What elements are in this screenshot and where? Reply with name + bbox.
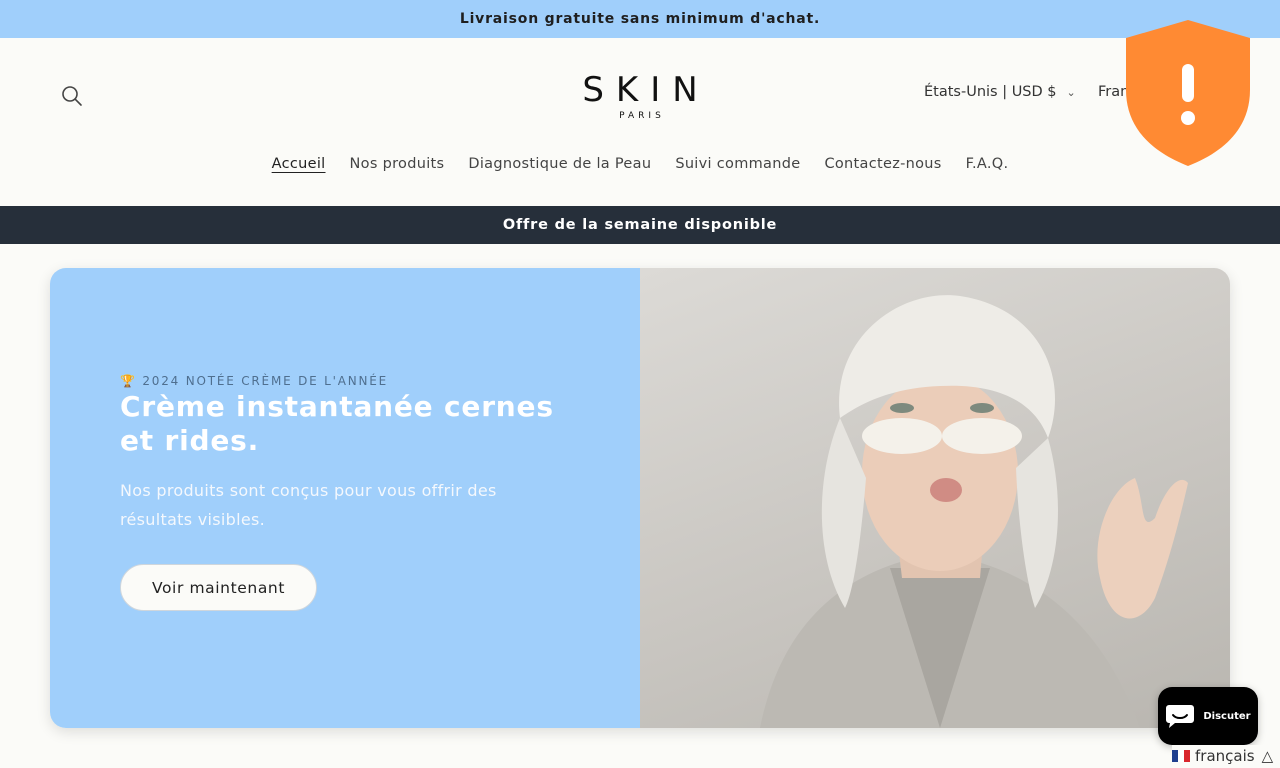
nav-item-faq[interactable]: F.A.Q.: [966, 156, 1009, 172]
alert-shield-icon: [1126, 20, 1250, 166]
search-icon: [62, 86, 82, 106]
offer-bar[interactable]: Offre de la semaine disponible: [0, 206, 1280, 244]
chat-label: Discuter: [1203, 710, 1251, 722]
language-label: Fran: [1098, 84, 1130, 100]
currency-label: États-Unis | USD $: [924, 84, 1057, 100]
language-widget-label: français: [1195, 747, 1255, 765]
nav-item-suivi-commande[interactable]: Suivi commande: [675, 156, 800, 172]
currency-selector[interactable]: États-Unis | USD $ ⌄: [924, 84, 1076, 100]
language-widget[interactable]: français △: [1172, 745, 1280, 767]
announcement-bar: Livraison gratuite sans minimum d'achat.: [0, 0, 1280, 38]
hero-photo-illustration: [760, 295, 1188, 728]
search-button[interactable]: [58, 82, 86, 110]
nav-item-accueil[interactable]: Accueil: [272, 156, 326, 172]
site-header: SKIN PARIS États-Unis | USD $ ⌄ Fran Acc…: [0, 38, 1280, 206]
chat-bubble-icon: [1166, 705, 1195, 728]
shop-now-button[interactable]: Voir maintenant: [120, 564, 317, 611]
main-nav: Accueil Nos produits Diagnostique de la …: [0, 156, 1280, 172]
logo-main-text: SKIN: [582, 70, 710, 110]
hero-title: Crème instantanée cernes et rides.: [120, 390, 554, 457]
french-flag-icon: [1172, 750, 1190, 762]
nav-item-nos-produits[interactable]: Nos produits: [350, 156, 445, 172]
site-logo[interactable]: SKIN PARIS: [560, 72, 720, 124]
chevron-down-icon: ⌄: [1066, 85, 1076, 99]
alert-shield-badge[interactable]: [1126, 20, 1250, 166]
hero-banner: 🏆 2024 NOTÉE CRÈME DE L'ANNÉE Crème inst…: [50, 268, 1230, 728]
hero-content: 🏆 2024 NOTÉE CRÈME DE L'ANNÉE Crème inst…: [50, 268, 640, 728]
hero-image: [640, 268, 1230, 728]
announcement-text: Livraison gratuite sans minimum d'achat.: [459, 11, 821, 27]
chat-button[interactable]: Discuter: [1158, 687, 1258, 745]
caret-up-icon: △: [1261, 747, 1274, 765]
offer-bar-text: Offre de la semaine disponible: [502, 217, 778, 233]
hero-kicker: 🏆 2024 NOTÉE CRÈME DE L'ANNÉE: [120, 374, 389, 388]
nav-item-diagnostique[interactable]: Diagnostique de la Peau: [468, 156, 651, 172]
hero-description: Nos produits sont conçus pour vous offri…: [120, 481, 497, 529]
language-selector[interactable]: Fran: [1098, 84, 1129, 100]
logo-sub-text: PARIS: [619, 111, 665, 121]
nav-item-contact[interactable]: Contactez-nous: [824, 156, 941, 172]
